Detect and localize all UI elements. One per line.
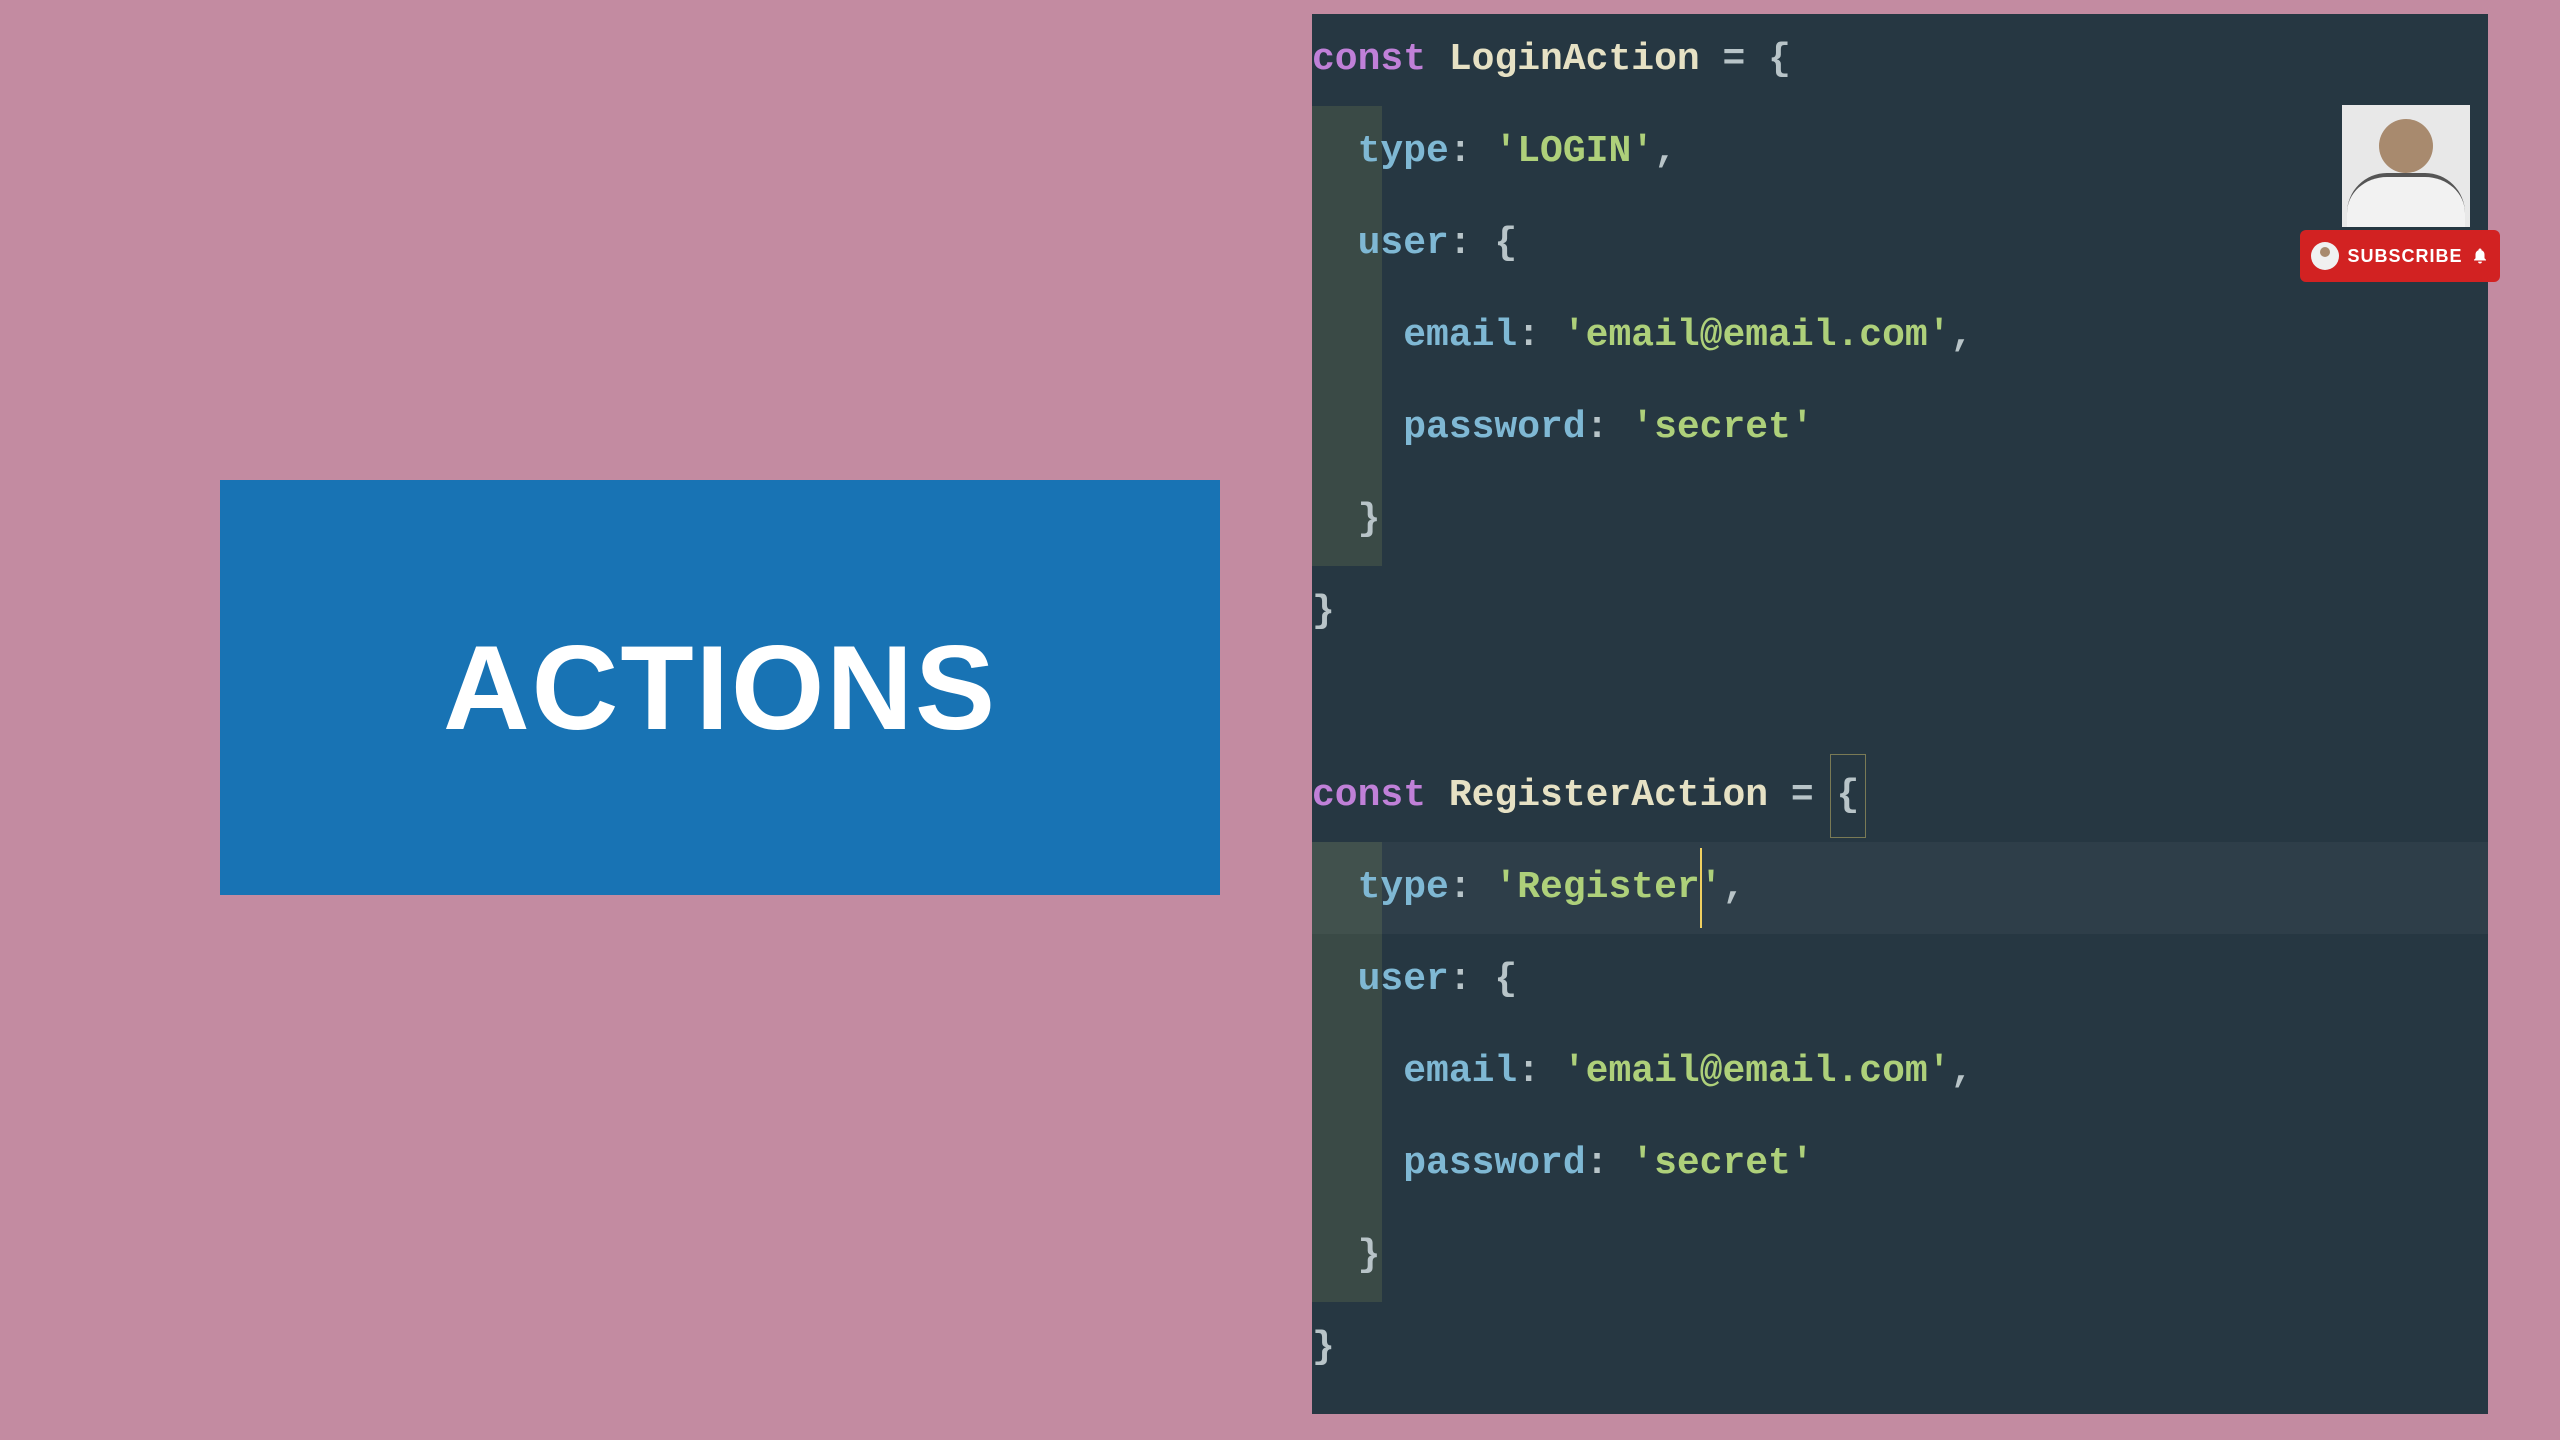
code-token bbox=[1426, 38, 1449, 81]
code-token: : bbox=[1517, 1050, 1563, 1093]
code-line: email: 'email@email.com', bbox=[1312, 1026, 2488, 1118]
code-token: , bbox=[1951, 314, 1974, 357]
code-token: RegisterAction bbox=[1449, 774, 1768, 817]
code-content: const LoginAction = { type: 'LOGIN', use… bbox=[1312, 14, 2488, 1394]
code-editor[interactable]: const LoginAction = { type: 'LOGIN', use… bbox=[1312, 14, 2488, 1414]
code-token: = { bbox=[1700, 38, 1791, 81]
code-token: : { bbox=[1449, 222, 1517, 265]
code-token: const bbox=[1312, 38, 1426, 81]
text-cursor bbox=[1700, 848, 1702, 928]
code-token: , bbox=[1722, 866, 1745, 909]
code-line bbox=[1312, 658, 2488, 750]
code-line: } bbox=[1312, 1210, 2488, 1302]
code-token bbox=[1312, 406, 1403, 449]
code-token: : { bbox=[1449, 958, 1517, 1001]
code-token: 'email@email.com' bbox=[1563, 314, 1951, 357]
actions-card: ACTIONS bbox=[220, 480, 1220, 895]
code-token: } bbox=[1312, 1234, 1380, 1277]
code-token bbox=[1312, 866, 1358, 909]
code-token bbox=[1312, 1050, 1403, 1093]
code-token: const bbox=[1312, 774, 1426, 817]
code-line: user: { bbox=[1312, 934, 2488, 1026]
code-line: user: { bbox=[1312, 198, 2488, 290]
code-token: : bbox=[1449, 130, 1495, 173]
code-token: = { bbox=[1768, 774, 1859, 817]
code-token: password bbox=[1403, 1142, 1585, 1185]
code-token: type bbox=[1358, 130, 1449, 173]
code-token bbox=[1312, 958, 1358, 1001]
code-token bbox=[1426, 774, 1449, 817]
code-line: password: 'secret' bbox=[1312, 1118, 2488, 1210]
code-token bbox=[1312, 130, 1358, 173]
code-token: : bbox=[1449, 866, 1495, 909]
code-line: const LoginAction = { bbox=[1312, 14, 2488, 106]
code-token: user bbox=[1358, 222, 1449, 265]
code-token bbox=[1312, 1142, 1403, 1185]
code-token: 'Register' bbox=[1494, 866, 1722, 909]
code-token bbox=[1312, 314, 1403, 357]
code-token: user bbox=[1358, 958, 1449, 1001]
code-token bbox=[1312, 222, 1358, 265]
code-line: const RegisterAction = { bbox=[1312, 750, 2488, 842]
code-token: } bbox=[1312, 590, 1335, 633]
code-token: 'LOGIN' bbox=[1494, 130, 1654, 173]
code-token: email bbox=[1403, 314, 1517, 357]
code-line: } bbox=[1312, 474, 2488, 566]
code-token: : bbox=[1586, 1142, 1632, 1185]
code-token: type bbox=[1358, 866, 1449, 909]
code-line: } bbox=[1312, 566, 2488, 658]
code-line: password: 'secret' bbox=[1312, 382, 2488, 474]
code-token: } bbox=[1312, 498, 1380, 541]
actions-title: ACTIONS bbox=[443, 619, 997, 757]
code-token: 'email@email.com' bbox=[1563, 1050, 1951, 1093]
code-token: 'secret' bbox=[1631, 1142, 1813, 1185]
code-token: } bbox=[1312, 1326, 1335, 1369]
code-token: : bbox=[1517, 314, 1563, 357]
code-token: , bbox=[1654, 130, 1677, 173]
code-token: : bbox=[1586, 406, 1632, 449]
code-line: type: 'Register', bbox=[1312, 842, 2488, 934]
code-token: 'secret' bbox=[1631, 406, 1813, 449]
code-token: LoginAction bbox=[1449, 38, 1700, 81]
code-line: email: 'email@email.com', bbox=[1312, 290, 2488, 382]
code-token: , bbox=[1951, 1050, 1974, 1093]
code-token: password bbox=[1403, 406, 1585, 449]
code-line: } bbox=[1312, 1302, 2488, 1394]
code-line: type: 'LOGIN', bbox=[1312, 106, 2488, 198]
code-token: email bbox=[1403, 1050, 1517, 1093]
